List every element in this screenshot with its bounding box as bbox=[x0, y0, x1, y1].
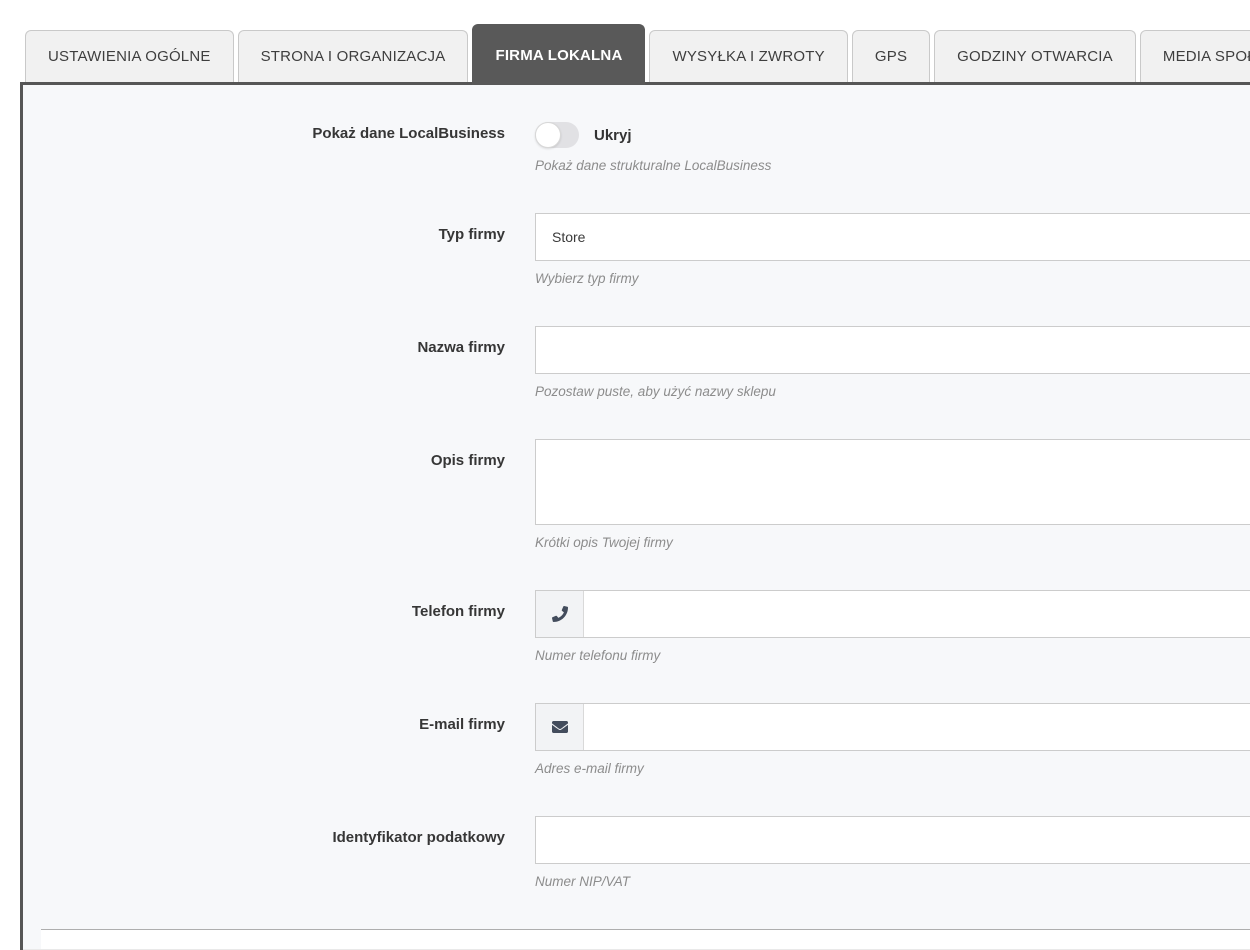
show-localbusiness-toggle[interactable] bbox=[535, 122, 579, 148]
company-email-hint: Adres e-mail firmy bbox=[535, 761, 644, 776]
form-row-show-localbusiness: Pokaż dane LocalBusiness Ukryj Pokaż dan… bbox=[23, 122, 1250, 175]
form-row-company-phone: Telefon firmy Numer telefonu firmy bbox=[23, 590, 1250, 665]
company-name-hint: Pozostaw puste, aby użyć nazwy sklepu bbox=[535, 384, 776, 399]
company-type-select[interactable]: Store bbox=[535, 213, 1250, 261]
company-description-textarea[interactable] bbox=[535, 439, 1250, 525]
local-business-form: Pokaż dane LocalBusiness Ukryj Pokaż dan… bbox=[23, 85, 1250, 950]
form-row-company-description: Opis firmy Krótki opis Twojej firmy bbox=[23, 439, 1250, 552]
tab-gps[interactable]: GPS bbox=[851, 30, 931, 82]
form-row-tax-id: Identyfikator podatkowy Numer NIP/VAT bbox=[23, 816, 1250, 891]
tax-id-input[interactable] bbox=[535, 816, 1250, 864]
tax-id-label: Identyfikator podatkowy bbox=[332, 829, 505, 846]
toggle-state-label: Ukryj bbox=[594, 126, 632, 144]
tab-godziny-otwarcia[interactable]: GODZINY OTWARCIA bbox=[934, 30, 1136, 82]
form-row-company-type: Typ firmy Store Wybierz typ firmy bbox=[23, 213, 1250, 288]
form-row-company-email: E-mail firmy Adres e-mail firmy bbox=[23, 703, 1250, 778]
settings-tabbar: USTAWIENIA OGÓLNE STRONA I ORGANIZACJA F… bbox=[25, 0, 1250, 85]
company-description-label: Opis firmy bbox=[430, 452, 505, 469]
tax-id-hint: Numer NIP/VAT bbox=[535, 874, 631, 889]
company-type-label: Typ firmy bbox=[438, 226, 505, 243]
show-localbusiness-hint: Pokaż dane strukturalne LocalBusiness bbox=[535, 158, 772, 173]
company-description-hint: Krótki opis Twojej firmy bbox=[535, 535, 673, 550]
tab-media-spolecznosciowe[interactable]: MEDIA SPOŁECZNOŚCIOWE bbox=[1139, 30, 1250, 82]
company-type-hint: Wybierz typ firmy bbox=[535, 271, 639, 286]
local-business-settings-panel: Pokaż dane LocalBusiness Ukryj Pokaż dan… bbox=[20, 82, 1250, 950]
show-localbusiness-label: Pokaż dane LocalBusiness bbox=[312, 125, 505, 142]
form-footer-area bbox=[41, 930, 1250, 949]
phone-icon bbox=[536, 591, 584, 637]
company-phone-input[interactable] bbox=[584, 591, 1250, 637]
company-phone-label: Telefon firmy bbox=[411, 603, 505, 620]
toggle-knob bbox=[535, 122, 561, 148]
company-email-label: E-mail firmy bbox=[419, 716, 505, 733]
envelope-icon bbox=[536, 704, 584, 750]
company-email-input[interactable] bbox=[584, 704, 1250, 750]
tab-firma-lokalna[interactable]: FIRMA LOKALNA bbox=[472, 24, 646, 85]
tab-wysylka-i-zwroty[interactable]: WYSYŁKA I ZWROTY bbox=[649, 30, 848, 82]
company-name-label: Nazwa firmy bbox=[417, 339, 505, 356]
tab-ustawienia-ogolne[interactable]: USTAWIENIA OGÓLNE bbox=[25, 30, 234, 82]
form-row-company-name: Nazwa firmy Pozostaw puste, aby użyć naz… bbox=[23, 326, 1250, 401]
company-name-input[interactable] bbox=[535, 326, 1250, 374]
tab-strona-i-organizacja[interactable]: STRONA I ORGANIZACJA bbox=[237, 30, 469, 82]
company-phone-hint: Numer telefonu firmy bbox=[535, 648, 661, 663]
